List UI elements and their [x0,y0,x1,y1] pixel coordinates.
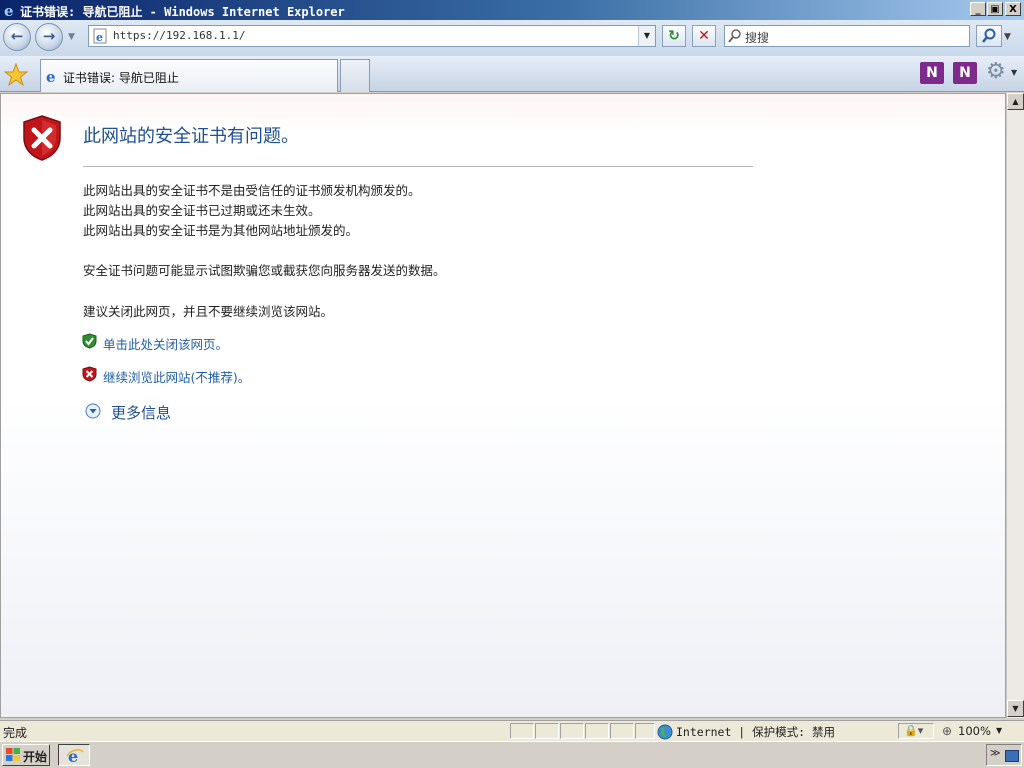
search-box[interactable]: 搜搜 [724,25,970,47]
security-zone[interactable]: Internet | 保护模式: 禁用 [676,724,835,740]
title-bar: e 证书错误: 导航已阻止 - Windows Internet Explore… [0,0,1024,20]
system-tray: ≫ [986,744,1022,766]
vertical-scrollbar[interactable]: ▲ ▼ [1006,93,1024,718]
red-shield-icon [82,366,97,382]
lock-settings-icon[interactable]: 🔒▾ [904,724,923,737]
zoom-magnifier-icon: ⊕ [942,724,953,738]
status-segment [585,723,609,739]
onenote-icon[interactable]: N [920,62,944,84]
divider [83,166,753,167]
status-segment [535,723,559,739]
tray-expand-icon[interactable]: ≫ [990,748,1000,759]
reason-untrusted: 此网站出具的安全证书不是由受信任的证书颁发机构颁发的。 [83,183,421,198]
refresh-icon: ↻ [668,28,680,44]
magnifier-icon [982,28,996,43]
zoom-dropdown-icon[interactable]: ▼ [996,726,1002,735]
taskbar-ie-button[interactable]: e [58,744,90,766]
stop-icon: ✕ [698,28,710,44]
onenote-linked-icon[interactable]: N [953,62,977,84]
forward-button[interactable]: → [35,23,63,51]
favorites-star-icon[interactable] [4,63,28,87]
back-arrow-icon: ← [10,27,24,45]
page-heading: 此网站的安全证书有问题。 [83,126,299,147]
restore-button[interactable]: ▣ [987,2,1003,16]
page-icon: e [93,28,107,44]
reason-expired: 此网站出具的安全证书已过期或还未生效。 [83,203,321,218]
internet-globe-icon [657,724,673,740]
expand-circle-icon[interactable] [85,403,101,419]
more-info-link[interactable]: 更多信息 [111,402,171,423]
scroll-down-arrow-icon[interactable]: ▼ [1007,700,1024,717]
status-segment [510,723,534,739]
ie-page-icon: e [46,68,56,84]
stop-button[interactable]: ✕ [692,25,716,47]
close-window-button[interactable]: X [1005,2,1021,16]
window-title: 证书错误: 导航已阻止 - Windows Internet Explorer [20,5,345,19]
page-content: 此网站的安全证书有问题。 此网站出具的安全证书不是由受信任的证书颁发机构颁发的。… [0,93,1006,718]
status-segment [610,723,634,739]
status-bar: 完成 Internet | 保护模式: 禁用 🔒▾ ⊕ 100% ▼ [0,720,1024,741]
search-button[interactable] [976,25,1002,47]
close-page-link[interactable]: 单击此处关闭该网页。 [103,334,228,353]
scroll-up-arrow-icon[interactable]: ▲ [1007,93,1024,110]
svg-text:e: e [96,31,103,44]
search-options-dropdown-icon[interactable]: ▼ [1004,32,1011,42]
address-bar[interactable]: e https://192.168.1.1/ ▼ [88,25,656,47]
recommendation-text: 建议关闭此网页，并且不要继续浏览该网站。 [83,304,334,319]
ie-logo-icon: e [4,2,14,18]
green-shield-icon [82,333,97,349]
tab-bar: e 证书错误: 导航已阻止 N N ⚙ ▼ [0,56,1024,92]
status-text: 完成 [3,726,28,740]
windows-logo-icon [6,748,20,761]
start-label: 开始 [23,750,48,764]
address-dropdown-icon[interactable]: ▼ [638,26,655,46]
taskbar: 开始 e ≫ [0,741,1024,768]
tools-dropdown-icon[interactable]: ▼ [1011,68,1017,77]
search-provider-icon [728,29,741,43]
recent-pages-dropdown-icon[interactable]: ▼ [68,32,75,42]
new-tab-button[interactable] [340,59,370,92]
error-shield-icon [23,115,61,161]
ie-taskbar-icon: e [66,747,84,765]
svg-text:e: e [4,2,14,18]
tab-label: 证书错误: 导航已阻止 [63,71,179,85]
tools-gear-icon[interactable]: ⚙ [986,59,1006,84]
zoom-level[interactable]: 100% [958,724,991,738]
network-icon[interactable] [1005,750,1019,762]
start-button[interactable]: 开始 [2,744,50,766]
search-input[interactable]: 搜搜 [745,29,769,46]
warning-text: 安全证书问题可能显示试图欺骗您或截获您向服务器发送的数据。 [83,263,446,278]
back-button[interactable]: ← [3,23,31,51]
status-segment [635,723,655,739]
minimize-button[interactable]: _ [970,2,986,16]
tab-certificate-error[interactable]: e 证书错误: 导航已阻止 [40,59,338,92]
reason-mismatch: 此网站出具的安全证书是为其他网站地址颁发的。 [83,223,359,238]
status-segment [560,723,584,739]
navigation-bar: ← → ▼ e https://192.168.1.1/ ▼ ↻ ✕ 搜搜 ▼ [0,20,1024,56]
refresh-button[interactable]: ↻ [662,25,686,47]
continue-link[interactable]: 继续浏览此网站(不推荐)。 [103,367,250,386]
forward-arrow-icon: → [42,27,56,45]
address-input[interactable]: https://192.168.1.1/ [113,29,245,42]
svg-text:e: e [46,68,56,84]
